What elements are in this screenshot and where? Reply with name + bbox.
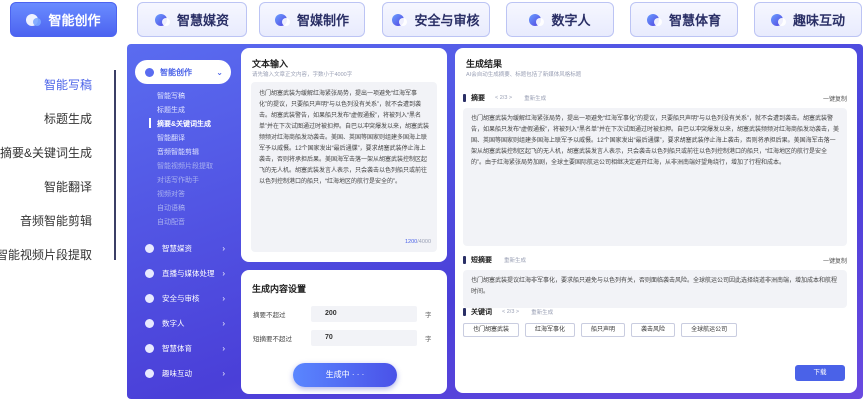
smart-creation-icon <box>26 13 42 27</box>
keyword-tag: 袭击风险 <box>631 323 676 337</box>
interaction-icon <box>770 13 787 27</box>
tab-smart-media-assets[interactable]: 智慧媒资 <box>137 2 247 37</box>
sidebar-sub-item[interactable]: 智能写稿 <box>157 91 185 101</box>
short-summary-limit-input[interactable]: 70 <box>311 330 417 346</box>
short-summary-copy-button[interactable]: 一键复制 <box>823 256 847 265</box>
chevron-right-icon: › <box>222 318 225 328</box>
chevron-right-icon: › <box>222 243 225 253</box>
top-tab-bar: 智能创作 智慧媒资 智媒制作 安全与审核 数字人 智慧体育 趣味互动 <box>0 0 865 40</box>
tab-media-production[interactable]: 智媒制作 <box>259 2 365 37</box>
edit-icon <box>463 308 466 316</box>
chevron-right-icon: › <box>222 343 225 353</box>
sidebar-sub-item-active[interactable]: 摘要&关键词生成 <box>157 119 211 129</box>
security-icon <box>145 293 154 303</box>
sidebar-sub-item[interactable]: 对话写作助手 <box>157 175 199 185</box>
text-input-hint: 请先输入文章正文内容，字数小于4000字 <box>252 72 353 78</box>
sidebar-sub-item[interactable]: 标题生成 <box>157 105 185 115</box>
sidebar-item-sports[interactable]: 智慧体育 › <box>145 341 231 355</box>
media-production-icon <box>274 13 291 27</box>
keyword-tag: 红海军事化 <box>525 323 576 337</box>
text-input-title: 文本输入 <box>252 59 289 69</box>
tab-security-review[interactable]: 安全与审核 <box>382 2 490 37</box>
feature-audio-editing[interactable]: 音频智能剪辑 <box>20 212 92 229</box>
summary-header: 摘要 < 2/3 > 重新生成 一键复制 <box>463 93 847 103</box>
short-summary-text: 也门胡塞武装提议红海非军事化，要求船只避免与以色列有关，否则面临袭击风险。全球航… <box>463 270 847 308</box>
feature-smart-translation[interactable]: 智能翻译 <box>44 178 92 195</box>
tab-digital-human[interactable]: 数字人 <box>506 2 614 37</box>
summary-pager[interactable]: < 2/3 > <box>495 95 512 101</box>
app-window: 智能创作 ⌄ 智能写稿 标题生成 摘要&关键词生成 智能翻译 音频智能剪辑 智能… <box>127 44 863 399</box>
keywords-pager[interactable]: < 2/3 > <box>502 309 519 315</box>
summary-copy-button[interactable]: 一键复制 <box>823 94 847 103</box>
feature-smart-writing[interactable]: 智能写稿 <box>44 76 92 93</box>
sidebar-sub-item[interactable]: 视频对答 <box>157 189 185 199</box>
article-text: 也门胡塞武装为缓解红海紧张局势，提出一项避免“红海军事化”的提议，只要船只声明“… <box>259 91 429 185</box>
short-summary-regenerate-button[interactable]: 重新生成 <box>504 256 526 264</box>
sidebar-item-media-assets[interactable]: 智慧媒资 › <box>145 241 231 255</box>
chevron-down-icon: ⌄ <box>216 67 223 77</box>
keyword-list: 也门胡塞武装 红海军事化 船只声明 袭击风险 全球航运公司 <box>463 323 738 337</box>
chevron-right-icon: › <box>222 293 225 303</box>
sidebar: 智能创作 ⌄ 智能写稿 标题生成 摘要&关键词生成 智能翻译 音频智能剪辑 智能… <box>127 44 237 399</box>
summary-regenerate-button[interactable]: 重新生成 <box>524 94 546 102</box>
feature-divider <box>114 70 116 260</box>
download-button[interactable]: 下载 <box>795 365 845 381</box>
smart-creation-icon <box>145 67 154 77</box>
sidebar-sub-item[interactable]: 智能翻译 <box>157 133 185 143</box>
sidebar-sub-item[interactable]: 自动语稿 <box>157 203 185 213</box>
keyword-tag: 船只声明 <box>581 323 626 337</box>
generate-button[interactable]: 生成中 · · · <box>293 363 397 387</box>
keyword-tag: 全球航运公司 <box>681 323 738 337</box>
settings-title: 生成内容设置 <box>252 284 307 294</box>
security-icon <box>392 13 408 27</box>
active-indicator <box>149 118 151 128</box>
tab-fun-interaction[interactable]: 趣味互动 <box>754 2 862 37</box>
sidebar-sub-item[interactable]: 智能视频片段提取 <box>157 161 213 171</box>
result-card: 生成结果 AI会自动生成摘要、标题包括了新媒体风格标题 摘要 < 2/3 > 重… <box>455 48 857 393</box>
digital-human-icon <box>529 13 545 27</box>
result-title: 生成结果 <box>466 59 503 69</box>
article-textarea[interactable]: 也门胡塞武装为缓解红海紧张局势，提出一项避免“红海军事化”的提议，只要船只声明“… <box>251 82 437 252</box>
short-summary-header: 短摘要 重新生成 一键复制 <box>463 255 847 265</box>
digital-human-icon <box>145 318 154 328</box>
sidebar-head-smart-creation[interactable]: 智能创作 ⌄ <box>135 60 231 84</box>
chevron-right-icon: › <box>222 368 225 378</box>
keywords-regenerate-button[interactable]: 重新生成 <box>531 308 553 316</box>
feature-title-generation[interactable]: 标题生成 <box>44 110 92 127</box>
result-hint: AI会自动生成摘要、标题包括了新媒体风格标题 <box>466 72 582 78</box>
live-media-icon <box>145 268 154 278</box>
interaction-icon <box>145 368 154 378</box>
summary-limit-row: 摘要不超过 200 字 <box>253 306 432 322</box>
media-assets-icon <box>145 243 154 253</box>
text-input-card: 文本输入 请先输入文章正文内容，字数小于4000字 也门胡塞武装为缓解红海紧张局… <box>241 48 447 262</box>
keywords-header: 关键词 < 2/3 > 重新生成 <box>463 307 847 317</box>
char-count: 1200/4000 <box>404 239 431 245</box>
sidebar-item-security[interactable]: 安全与审核 › <box>145 291 231 305</box>
sidebar-item-live-media[interactable]: 直播与媒体处理 › <box>145 266 231 280</box>
keyword-tag: 也门胡塞武装 <box>463 323 520 337</box>
generation-settings-card: 生成内容设置 摘要不超过 200 字 短摘要不超过 70 字 生成中 · · · <box>241 270 447 394</box>
edit-icon <box>463 256 466 264</box>
short-summary-limit-row: 短摘要不超过 70 字 <box>253 330 432 346</box>
summary-text: 也门胡塞武装为缓解红海紧张局势，提出一项避免“红海军事化”的提议，只要船只声明“… <box>463 108 847 246</box>
summary-limit-input[interactable]: 200 <box>311 306 417 322</box>
sidebar-sub-item[interactable]: 音频智能剪辑 <box>157 147 199 157</box>
feature-summary-keywords[interactable]: 摘要&关键词生成 <box>0 144 92 161</box>
sidebar-item-interaction[interactable]: 趣味互动 › <box>145 366 231 380</box>
sidebar-sub-item[interactable]: 自动配音 <box>157 217 185 227</box>
sports-icon <box>145 343 154 353</box>
chevron-right-icon: › <box>222 268 225 278</box>
sports-icon <box>646 13 663 27</box>
edit-icon <box>463 94 466 102</box>
feature-video-extraction[interactable]: 智能视频片段提取 <box>0 246 92 263</box>
tab-smart-creation[interactable]: 智能创作 <box>10 2 117 37</box>
tab-smart-sports[interactable]: 智慧体育 <box>630 2 738 37</box>
sidebar-item-digital-human[interactable]: 数字人 › <box>145 316 231 330</box>
media-assets-icon <box>154 13 171 27</box>
